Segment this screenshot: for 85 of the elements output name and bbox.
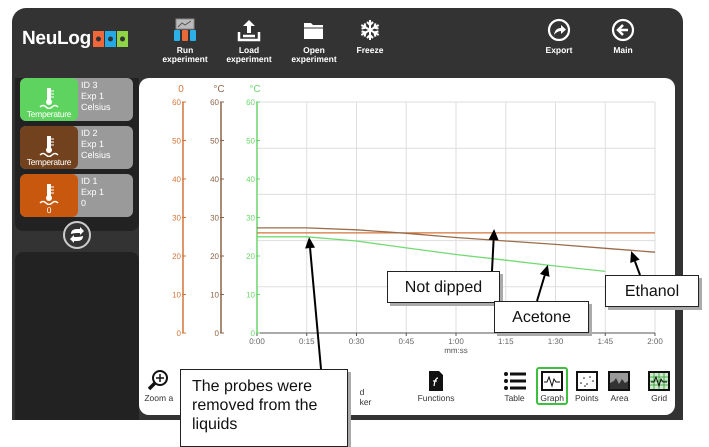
callout: Acetone <box>494 301 589 333</box>
toolbar-button[interactable]: Freeze <box>342 8 398 55</box>
chart-blocks-icon <box>173 18 197 42</box>
sensor-experiment: Exp 1 <box>81 187 104 198</box>
swap-button[interactable] <box>63 221 91 249</box>
axis-tick-label: 1:30 <box>548 337 564 346</box>
sensor-name: Temperature <box>26 109 72 119</box>
sensor-id: ID 2 <box>81 128 99 139</box>
toolbar-button[interactable]: Export <box>531 8 587 55</box>
axis-tick-label: 50 <box>172 136 181 146</box>
axis-tick-label: 40 <box>246 175 255 184</box>
axis-tick-label: 60 <box>210 98 219 107</box>
axis-tick-label: 2:00 <box>647 337 663 346</box>
swap-arrows-icon <box>68 226 86 244</box>
sensor-name: 0 <box>46 205 52 215</box>
toolbar-button[interactable]: Main <box>595 8 651 55</box>
callout-arrow <box>488 229 499 272</box>
axis-tick-label: 0:45 <box>398 337 414 346</box>
axis-tick-label: 20 <box>172 252 181 261</box>
sensor-tile[interactable]: Temperature <box>20 126 78 169</box>
snowflake-icon <box>358 18 382 42</box>
axis-title: °C <box>249 84 261 95</box>
axis-tick-label: 10 <box>172 290 181 300</box>
view-button[interactable]: Area <box>604 367 636 405</box>
callout-arrow <box>536 264 550 302</box>
axis-tick-label: 0:15 <box>298 337 315 346</box>
sensor-unit: Celsius <box>81 150 111 161</box>
thermometer-icon <box>39 135 59 157</box>
view-button[interactable]: Grid <box>643 367 675 405</box>
callout-arrow <box>630 251 641 276</box>
axis-title: mm:ss <box>444 346 468 355</box>
axis-tick-label: 1:00 <box>448 337 464 346</box>
sensor-unit: 0 <box>81 198 88 209</box>
axis-tick-label: 50 <box>246 136 255 146</box>
view-button[interactable]: Graph <box>536 367 568 405</box>
axis-tick-label: 10 <box>210 290 219 300</box>
axis-tick-label: 20 <box>210 252 219 261</box>
tool-button[interactable]: d ker <box>356 367 376 409</box>
logo-text: NeuLog <box>22 28 91 50</box>
axis-title: °C <box>213 84 225 95</box>
axis-tick-label: 50 <box>210 136 219 146</box>
axis-tick-label: 0 <box>250 329 255 338</box>
axis-tick-label: 0:30 <box>348 337 364 346</box>
callout: Not dipped <box>387 271 500 303</box>
callout: Ethanol <box>605 275 699 307</box>
axis-tick-label: 40 <box>172 175 181 184</box>
tool-button[interactable]: Zoom a <box>139 367 179 405</box>
axis-tick-label: 1:15 <box>498 337 514 346</box>
sensor-experiment: Exp 1 <box>81 139 106 150</box>
thermometer-icon <box>39 183 59 205</box>
area-chart-icon <box>607 369 632 393</box>
axis-tick-label: 30 <box>246 214 255 222</box>
axis-tick-label: 0 <box>176 329 181 338</box>
list-icon <box>502 369 526 393</box>
sensor-id: ID 1 <box>81 176 99 187</box>
axis-tick-label: 10 <box>246 290 255 300</box>
upload-icon <box>237 18 261 42</box>
axis-tick-label: 0:00 <box>249 337 265 346</box>
sensor-experiment: Exp 1 <box>81 91 106 102</box>
axis-tick-label: 1:45 <box>597 337 614 346</box>
axis-tick-label: 20 <box>246 252 255 261</box>
sensor-tile[interactable]: 0 <box>20 174 78 217</box>
toolbar-button[interactable]: Load experiment <box>221 8 277 64</box>
axis-tick-label: 60 <box>246 98 255 107</box>
line-graph-icon <box>540 369 564 393</box>
toolbar-button[interactable]: Run experiment <box>157 8 213 64</box>
sensor-name: Temperature <box>26 157 72 167</box>
axis-tick-label: 60 <box>172 98 181 107</box>
axis-title: 0 <box>178 84 184 95</box>
grid-graph-icon <box>647 369 672 393</box>
axis-tick-label: 30 <box>172 214 181 222</box>
puzzle-blocks-icon <box>92 30 129 48</box>
axis-tick-label: 40 <box>210 175 219 184</box>
view-button[interactable]: Points <box>570 367 603 405</box>
scatter-plot-icon <box>574 369 599 393</box>
view-button[interactable]: Table <box>498 367 530 405</box>
thermometer-icon <box>39 87 59 109</box>
tool-button[interactable]: Functions <box>406 367 466 405</box>
callout: The probes were removed from the liquids <box>180 369 348 447</box>
sensor-unit: Celsius <box>81 102 111 113</box>
toolbar-button[interactable]: Open experiment <box>286 8 342 64</box>
magnifier-icon <box>146 369 171 393</box>
axis-tick-label: 0 <box>214 329 219 338</box>
axis-tick-label: 30 <box>210 214 219 222</box>
sensor-id: ID 3 <box>81 80 99 91</box>
